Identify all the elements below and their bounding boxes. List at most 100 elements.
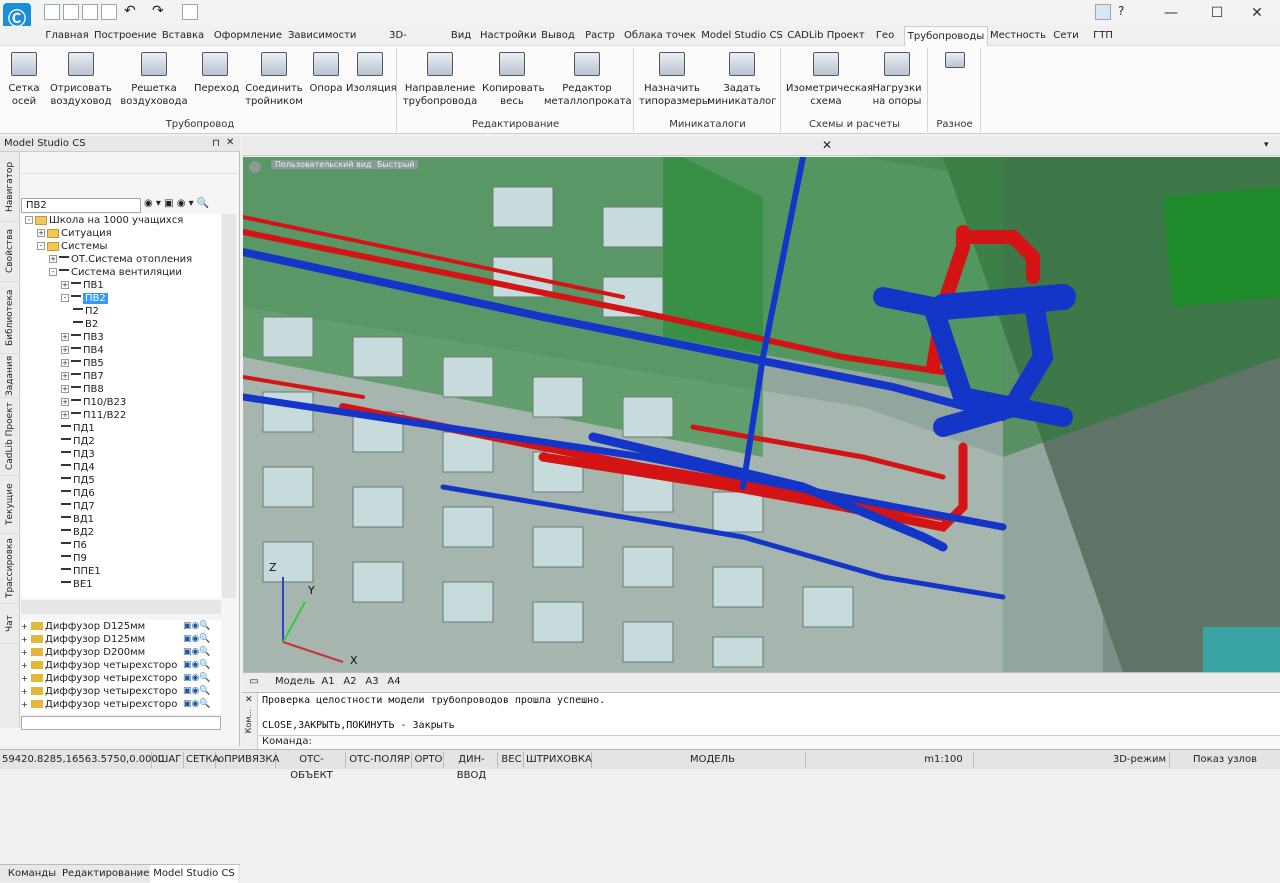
workspace-icon[interactable]: [1095, 4, 1111, 20]
tree-node[interactable]: - ПВ2: [61, 292, 108, 305]
status-toggle[interactable]: ОТС-ОБЪЕКТ: [278, 752, 346, 781]
expand-toggle-icon[interactable]: +: [61, 346, 69, 354]
undo-icon[interactable]: ↶: [124, 4, 140, 20]
status-toggle[interactable]: ВЕС: [500, 752, 524, 768]
tree-node[interactable]: + ПВ3: [61, 331, 104, 344]
tree-node[interactable]: + ПВ8: [61, 383, 104, 396]
menu-tab[interactable]: Настройки: [480, 26, 536, 46]
filter-input[interactable]: [21, 716, 221, 730]
tree-node[interactable]: ПД4: [61, 461, 95, 474]
tree-node[interactable]: П9: [61, 552, 87, 565]
tree-node[interactable]: - Школа на 1000 учащихся: [25, 214, 183, 227]
model-viewport[interactable]: Пользовательский вид Быстрый Z Y X: [243, 157, 1280, 672]
tree-node[interactable]: + ПВ1: [61, 279, 104, 292]
layout-tab[interactable]: A2: [339, 673, 361, 691]
tree-node[interactable]: ППЕ1: [61, 565, 101, 578]
layout-tab[interactable]: A3: [361, 673, 383, 691]
status-toggle[interactable]: ШАГ: [156, 752, 184, 768]
element-row[interactable]: + Диффузор D200мм ▣◉🔍: [21, 646, 221, 659]
minimize-button[interactable]: —: [1148, 0, 1194, 26]
panel-close-icon[interactable]: ✕: [226, 137, 234, 148]
tree-node[interactable]: + П10/В23: [61, 396, 126, 409]
menu-tab[interactable]: 3D-инструменты: [354, 26, 442, 61]
transition-button[interactable]: Переход: [194, 52, 239, 95]
misc-button[interactable]: [933, 52, 977, 74]
menu-tab[interactable]: Местность: [990, 26, 1046, 46]
element-row[interactable]: + Диффузор четырехсторо ▣◉🔍: [21, 698, 221, 711]
vertical-tab[interactable]: CadLib Проект: [0, 398, 20, 476]
command-input[interactable]: Команда:: [258, 735, 1280, 749]
menu-tab[interactable]: Растр: [580, 26, 620, 46]
expand-icon[interactable]: +: [21, 620, 31, 633]
expand-toggle-icon[interactable]: +: [61, 411, 69, 419]
expand-toggle-icon[interactable]: -: [37, 242, 45, 250]
visibility-icons[interactable]: ▣◉🔍: [183, 659, 211, 672]
expand-toggle-icon[interactable]: +: [61, 372, 69, 380]
tree-node[interactable]: ВД1: [61, 513, 94, 526]
tree-node[interactable]: П6: [61, 539, 87, 552]
expand-toggle-icon[interactable]: +: [61, 281, 69, 289]
print-icon[interactable]: [182, 4, 198, 20]
axis-grid-button[interactable]: Сетка осей: [6, 52, 42, 108]
model-space-toggle[interactable]: МОДЕЛЬ: [686, 752, 806, 768]
tree-node[interactable]: ПД1: [61, 422, 95, 435]
expand-toggle-icon[interactable]: -: [61, 294, 69, 302]
draw-duct-button[interactable]: Отрисовать воздуховод: [48, 52, 114, 108]
expand-toggle-icon[interactable]: +: [61, 385, 69, 393]
tree-node[interactable]: ПД6: [61, 487, 95, 500]
menu-tab[interactable]: Вид: [444, 26, 478, 46]
menu-tab[interactable]: Облака точек: [622, 26, 698, 46]
vertical-tab[interactable]: Трассировка: [0, 534, 20, 604]
menu-tab[interactable]: Гео: [868, 26, 902, 46]
drawing-close-icon[interactable]: ✕: [822, 138, 832, 152]
layout-tab[interactable]: A4: [383, 673, 405, 691]
tree-hscrollbar[interactable]: [21, 600, 221, 614]
status-toggle[interactable]: оПРИВЯЗКА: [218, 752, 279, 768]
menu-tab[interactable]: Главная: [42, 26, 92, 46]
left-bottom-tab[interactable]: Команды: [2, 865, 62, 883]
save-as-icon[interactable]: [101, 4, 117, 20]
menu-tab[interactable]: Оформление: [210, 26, 286, 46]
element-row[interactable]: + Диффузор четырехсторо ▣◉🔍: [21, 672, 221, 685]
menu-tab[interactable]: Трубопроводы: [904, 26, 988, 46]
tree-node[interactable]: ПД5: [61, 474, 95, 487]
3d-mode-toggle[interactable]: 3D-режим: [1110, 752, 1170, 768]
viewport-menu-icon[interactable]: [249, 161, 261, 173]
vertical-tab[interactable]: Библиотека с...: [0, 282, 35, 354]
pipe-direction-button[interactable]: Направление трубопровода: [402, 52, 478, 108]
tree-node[interactable]: ВЕ1: [61, 578, 93, 591]
expand-toggle-icon[interactable]: +: [61, 398, 69, 406]
vertical-tab[interactable]: Свойства эле...: [0, 222, 35, 282]
annotation-scale[interactable]: m1:100: [914, 752, 974, 768]
pin-icon[interactable]: ⊓: [212, 138, 220, 149]
set-minicatalog-button[interactable]: Задать миникаталог: [707, 52, 777, 108]
expand-icon[interactable]: +: [21, 672, 31, 685]
save-icon[interactable]: [82, 4, 98, 20]
close-button[interactable]: ✕: [1234, 0, 1280, 26]
expand-icon[interactable]: +: [21, 659, 31, 672]
isometric-scheme-button[interactable]: Изометрическая схема: [786, 52, 873, 108]
project-tree[interactable]: - Школа на 1000 учащихся + Ситуация - Системы…: [21, 214, 221, 598]
status-toggle[interactable]: ШТРИХОВКА: [526, 752, 592, 768]
tree-node[interactable]: + ОТ.Система отопления: [49, 253, 192, 266]
tree-node[interactable]: + П11/В22: [61, 409, 126, 422]
redo-icon[interactable]: ↷: [152, 4, 168, 20]
tree-node[interactable]: + Ситуация: [37, 227, 112, 240]
element-row[interactable]: + Диффузор четырехсторо ▣◉🔍: [21, 659, 221, 672]
help-button[interactable]: ?: [1118, 4, 1124, 18]
visibility-icons[interactable]: ▣◉🔍: [183, 646, 211, 659]
tree-node[interactable]: + ПВ5: [61, 357, 104, 370]
insulation-button[interactable]: Изоляция: [346, 52, 397, 95]
vertical-tab[interactable]: Текущие пер...: [0, 476, 35, 534]
element-list[interactable]: + Диффузор D125мм ▣◉🔍 + Диффузор D125мм ▣◉🔍 + Д…: [21, 620, 221, 714]
element-row[interactable]: + Диффузор четырехсторо ▣◉🔍: [21, 685, 221, 698]
visibility-icons[interactable]: ▣◉🔍: [183, 672, 211, 685]
show-nodes-toggle[interactable]: Показ узлов: [1172, 752, 1278, 768]
status-toggle[interactable]: ОТС-ПОЛЯР: [348, 752, 412, 768]
menu-tab[interactable]: CADLib Проект: [786, 26, 866, 46]
expand-toggle-icon[interactable]: +: [61, 359, 69, 367]
visibility-icons[interactable]: ▣◉🔍: [183, 620, 211, 633]
steel-editor-button[interactable]: Редактор металлопроката: [544, 52, 632, 108]
view-label[interactable]: Пользовательский вид: [271, 160, 376, 169]
menu-tab[interactable]: Model Studio CS: [700, 26, 784, 46]
